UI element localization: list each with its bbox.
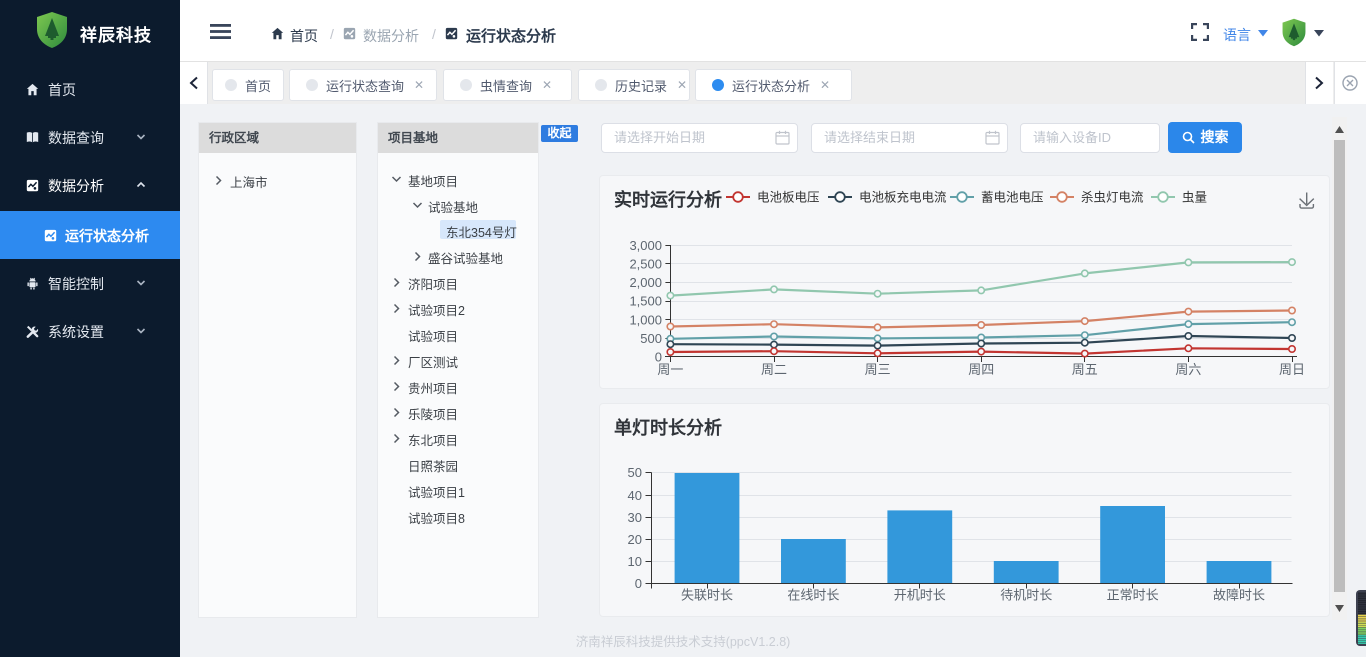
svg-text:2,500: 2,500 xyxy=(629,256,662,271)
svg-text:待机时长: 待机时长 xyxy=(1000,588,1052,603)
svg-text:40: 40 xyxy=(628,488,642,503)
svg-text:3,000: 3,000 xyxy=(629,238,662,253)
svg-text:周一: 周一 xyxy=(657,362,683,377)
svg-text:1,500: 1,500 xyxy=(629,294,662,309)
svg-text:开机时长: 开机时长 xyxy=(894,588,946,603)
svg-text:正常时长: 正常时长 xyxy=(1107,588,1159,603)
svg-text:10: 10 xyxy=(628,554,642,569)
svg-text:故障时长: 故障时长 xyxy=(1213,588,1265,603)
svg-text:周六: 周六 xyxy=(1175,362,1201,377)
svg-text:500: 500 xyxy=(640,331,662,346)
svg-text:杀虫灯电流: 杀虫灯电流 xyxy=(1081,190,1144,205)
svg-text:周四: 周四 xyxy=(968,362,994,377)
svg-text:在线时长: 在线时长 xyxy=(787,588,839,603)
svg-text:30: 30 xyxy=(628,510,642,525)
svg-text:2,000: 2,000 xyxy=(629,275,662,290)
svg-text:蓄电池电压: 蓄电池电压 xyxy=(981,191,1044,205)
svg-text:周三: 周三 xyxy=(865,362,891,377)
svg-text:虫量: 虫量 xyxy=(1182,191,1207,205)
svg-text:电池板充电电流: 电池板充电电流 xyxy=(859,190,947,205)
svg-text:电池板电压: 电池板电压 xyxy=(757,191,820,205)
svg-text:1,000: 1,000 xyxy=(629,312,662,327)
svg-text:0: 0 xyxy=(635,576,642,591)
svg-text:周五: 周五 xyxy=(1072,362,1098,377)
svg-text:20: 20 xyxy=(628,532,642,547)
svg-text:50: 50 xyxy=(628,465,642,480)
svg-text:周二: 周二 xyxy=(761,362,787,377)
svg-text:失联时长: 失联时长 xyxy=(681,588,733,603)
svg-text:周日: 周日 xyxy=(1279,362,1305,377)
